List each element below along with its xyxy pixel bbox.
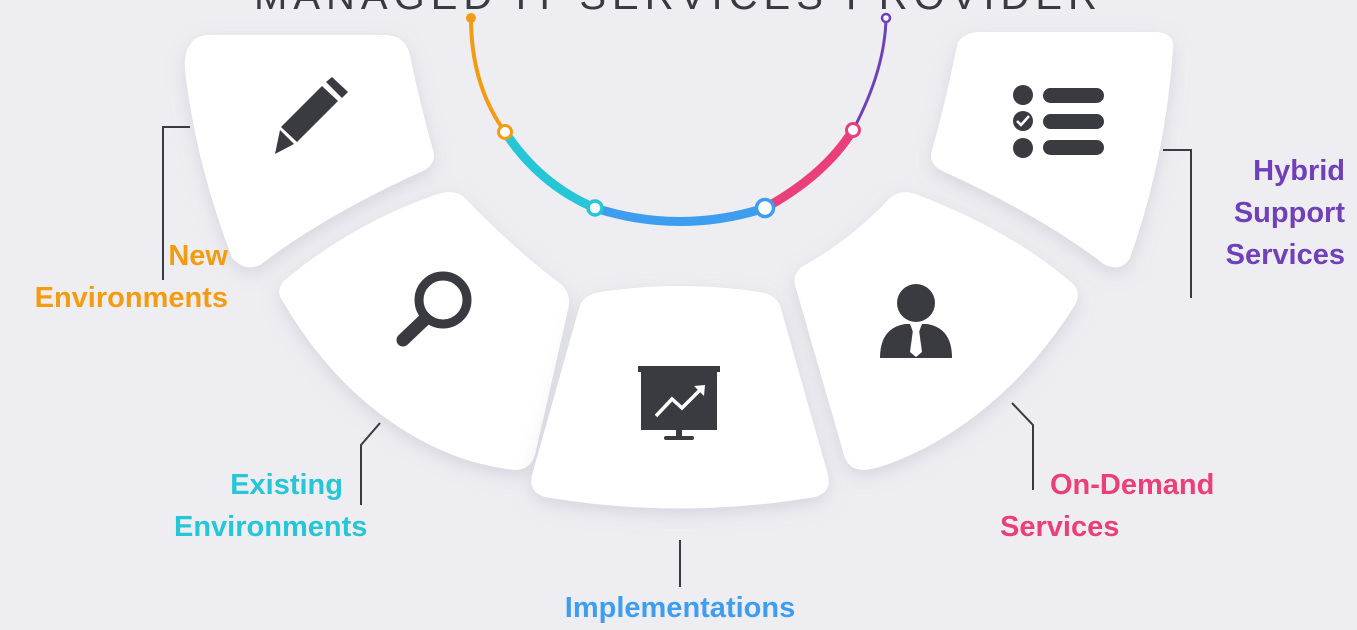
label-line: Implementations [564, 592, 796, 624]
label-implementations: Implementations [480, 587, 880, 629]
label-line: Services [1225, 239, 1345, 271]
label-line: Environments [34, 282, 228, 314]
arc-nodes [466, 12, 892, 219]
label-line: Services [1000, 511, 1120, 543]
card-existing-environments [279, 192, 570, 470]
label-new-environments: New Environments [10, 235, 228, 319]
checklist-icon [1013, 85, 1104, 158]
label-line: Existing [230, 469, 343, 501]
connector-hybrid-support-services [1163, 149, 1192, 298]
label-hybrid-support-services: Hybrid Support Services [1195, 150, 1345, 276]
presentation-chart-icon [638, 366, 720, 440]
label-existing-environments: Existing Environments [150, 464, 368, 548]
label-line: Support [1233, 197, 1345, 229]
label-line: On-Demand [1050, 469, 1215, 501]
label-on-demand-services: On-Demand Services [1000, 464, 1260, 548]
label-line: New [168, 240, 228, 272]
label-line: Environments [174, 511, 368, 543]
label-line: Hybrid [1253, 155, 1345, 187]
progress-arc [469, 16, 888, 226]
connector-existing-environments [360, 422, 381, 505]
